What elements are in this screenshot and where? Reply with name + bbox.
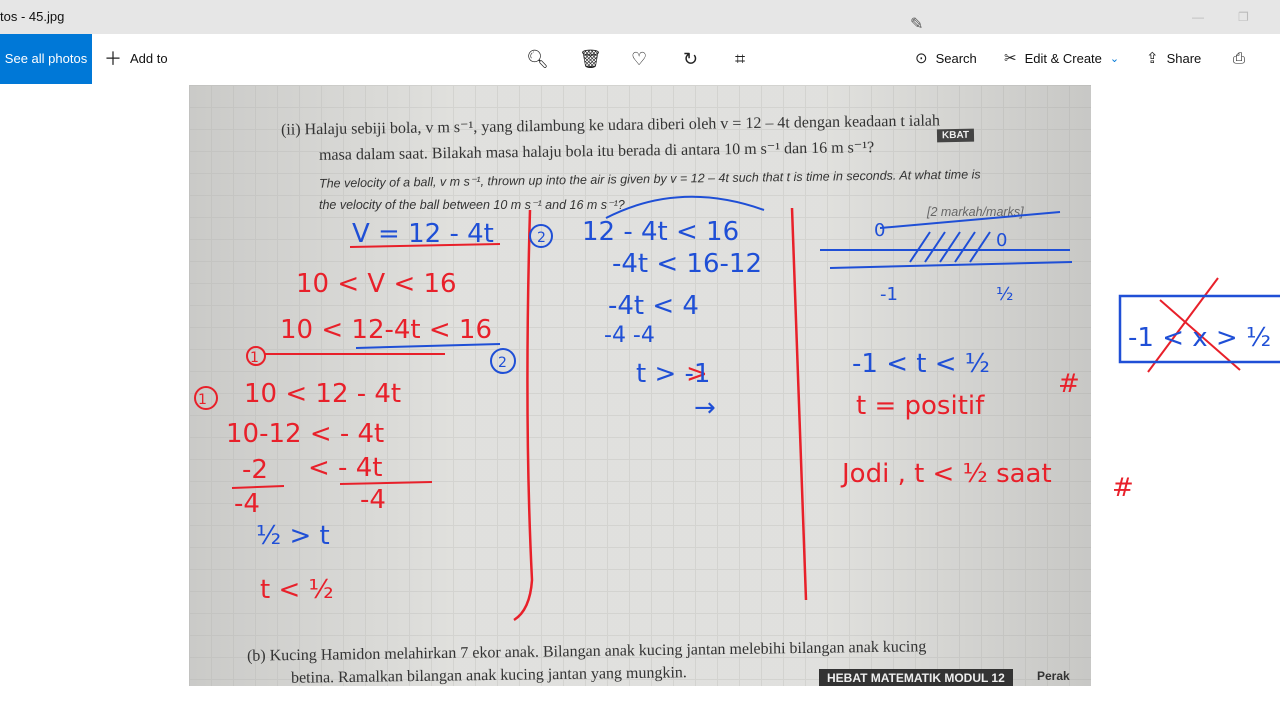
- hand-text: -4t < 4: [608, 291, 699, 321]
- hand-text: 10 < V < 16: [296, 269, 457, 299]
- hand-text: Jodi , t < ½ saat: [840, 459, 1052, 489]
- hand-text: #: [1058, 369, 1080, 399]
- hand-text: t > -1: [636, 359, 710, 389]
- hand-text: t < ½: [260, 575, 334, 605]
- hand-text: -4t < 16-12: [612, 249, 762, 279]
- hand-text: -4: [360, 485, 386, 515]
- handwriting-layer: 10 < V < 16 10 < 12-4t < 16 10 < 12 - 4t…: [194, 195, 1280, 622]
- hand-text: -4 -4: [604, 323, 655, 348]
- hand-text: -1: [880, 284, 898, 305]
- hand-text: -1 < x > ½: [1128, 323, 1271, 353]
- hand-text: -2: [242, 455, 268, 485]
- hand-circle-2: 2: [537, 230, 546, 246]
- hand-text: 10-12 < - 4t: [226, 419, 384, 449]
- hand-text: ½: [996, 284, 1013, 305]
- hand-text: 10 < 12-4t < 16: [280, 315, 492, 345]
- hand-text: < - 4t: [308, 453, 382, 483]
- hand-text: -4: [234, 489, 260, 519]
- hand-text: 0: [996, 230, 1007, 251]
- hand-text: V = 12 - 4t: [352, 219, 494, 249]
- hand-text: t = positif: [856, 391, 985, 421]
- hand-text: →: [694, 393, 716, 423]
- hand-text: 0: [874, 220, 885, 241]
- hand-text: 12 - 4t < 16: [582, 217, 739, 247]
- hand-circle-2: 2: [498, 355, 507, 371]
- hand-text: 10 < 12 - 4t: [244, 379, 401, 409]
- hand-text: ½ > t: [256, 521, 330, 551]
- hand-text: -1 < t < ½: [852, 349, 990, 379]
- hand-text: #: [1112, 473, 1134, 503]
